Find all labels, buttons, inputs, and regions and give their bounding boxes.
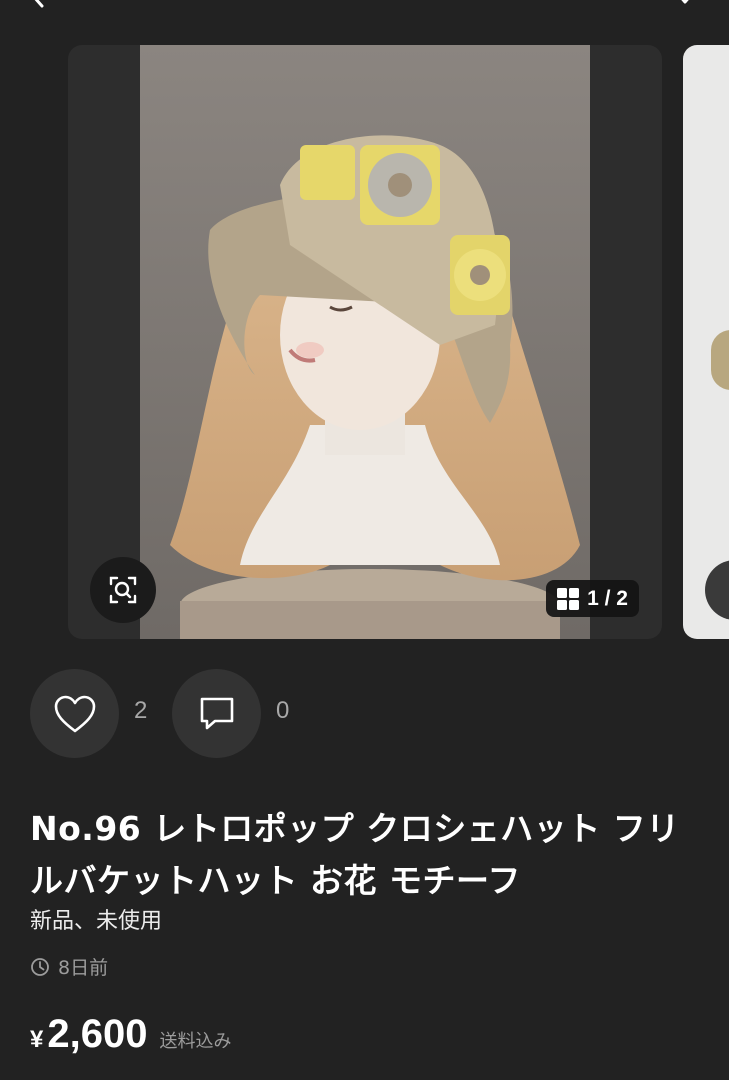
next-photo-preview [711, 330, 729, 390]
hat-on-mannequin-image [140, 45, 590, 639]
heart-icon [54, 695, 95, 732]
menu-chevron-icon[interactable] [675, 0, 695, 8]
like-button[interactable] [30, 669, 119, 758]
price: 2,600 [47, 1012, 148, 1056]
item-detail-page: 1 / 2 2 0 No.96 レトロポップ クロシェハット フリルバケットハッ… [0, 0, 729, 1080]
clock-icon [31, 957, 49, 976]
image-counter-text: 1 / 2 [587, 586, 628, 610]
posted-time-text: 8日前 [58, 957, 109, 979]
comment-count: 0 [276, 697, 290, 724]
currency-symbol: ¥ [30, 1026, 44, 1053]
product-title: No.96 レトロポップ クロシェハット フリルバケットハット お花 モチーフ [30, 809, 680, 900]
image-counter[interactable]: 1 / 2 [546, 580, 639, 617]
comment-button[interactable] [172, 669, 261, 758]
product-photo[interactable] [140, 45, 590, 639]
comment-icon [200, 697, 233, 729]
price-row: ¥ 2,600 送料込み [30, 1012, 231, 1057]
carousel-slide-next[interactable] [683, 45, 729, 639]
next-zoom-button[interactable] [705, 560, 729, 620]
shipping-note: 送料込み [159, 1031, 232, 1052]
grid-icon [557, 587, 580, 610]
zoom-button[interactable] [90, 557, 156, 623]
posted-time: 8日前 [30, 953, 108, 980]
like-count: 2 [134, 697, 148, 724]
carousel-slide-current[interactable]: 1 / 2 [68, 45, 662, 639]
back-chevron-icon[interactable] [28, 0, 50, 8]
image-carousel[interactable]: 1 / 2 [0, 45, 729, 639]
zoom-scan-icon [109, 576, 137, 604]
item-condition: 新品、未使用 [30, 909, 163, 934]
